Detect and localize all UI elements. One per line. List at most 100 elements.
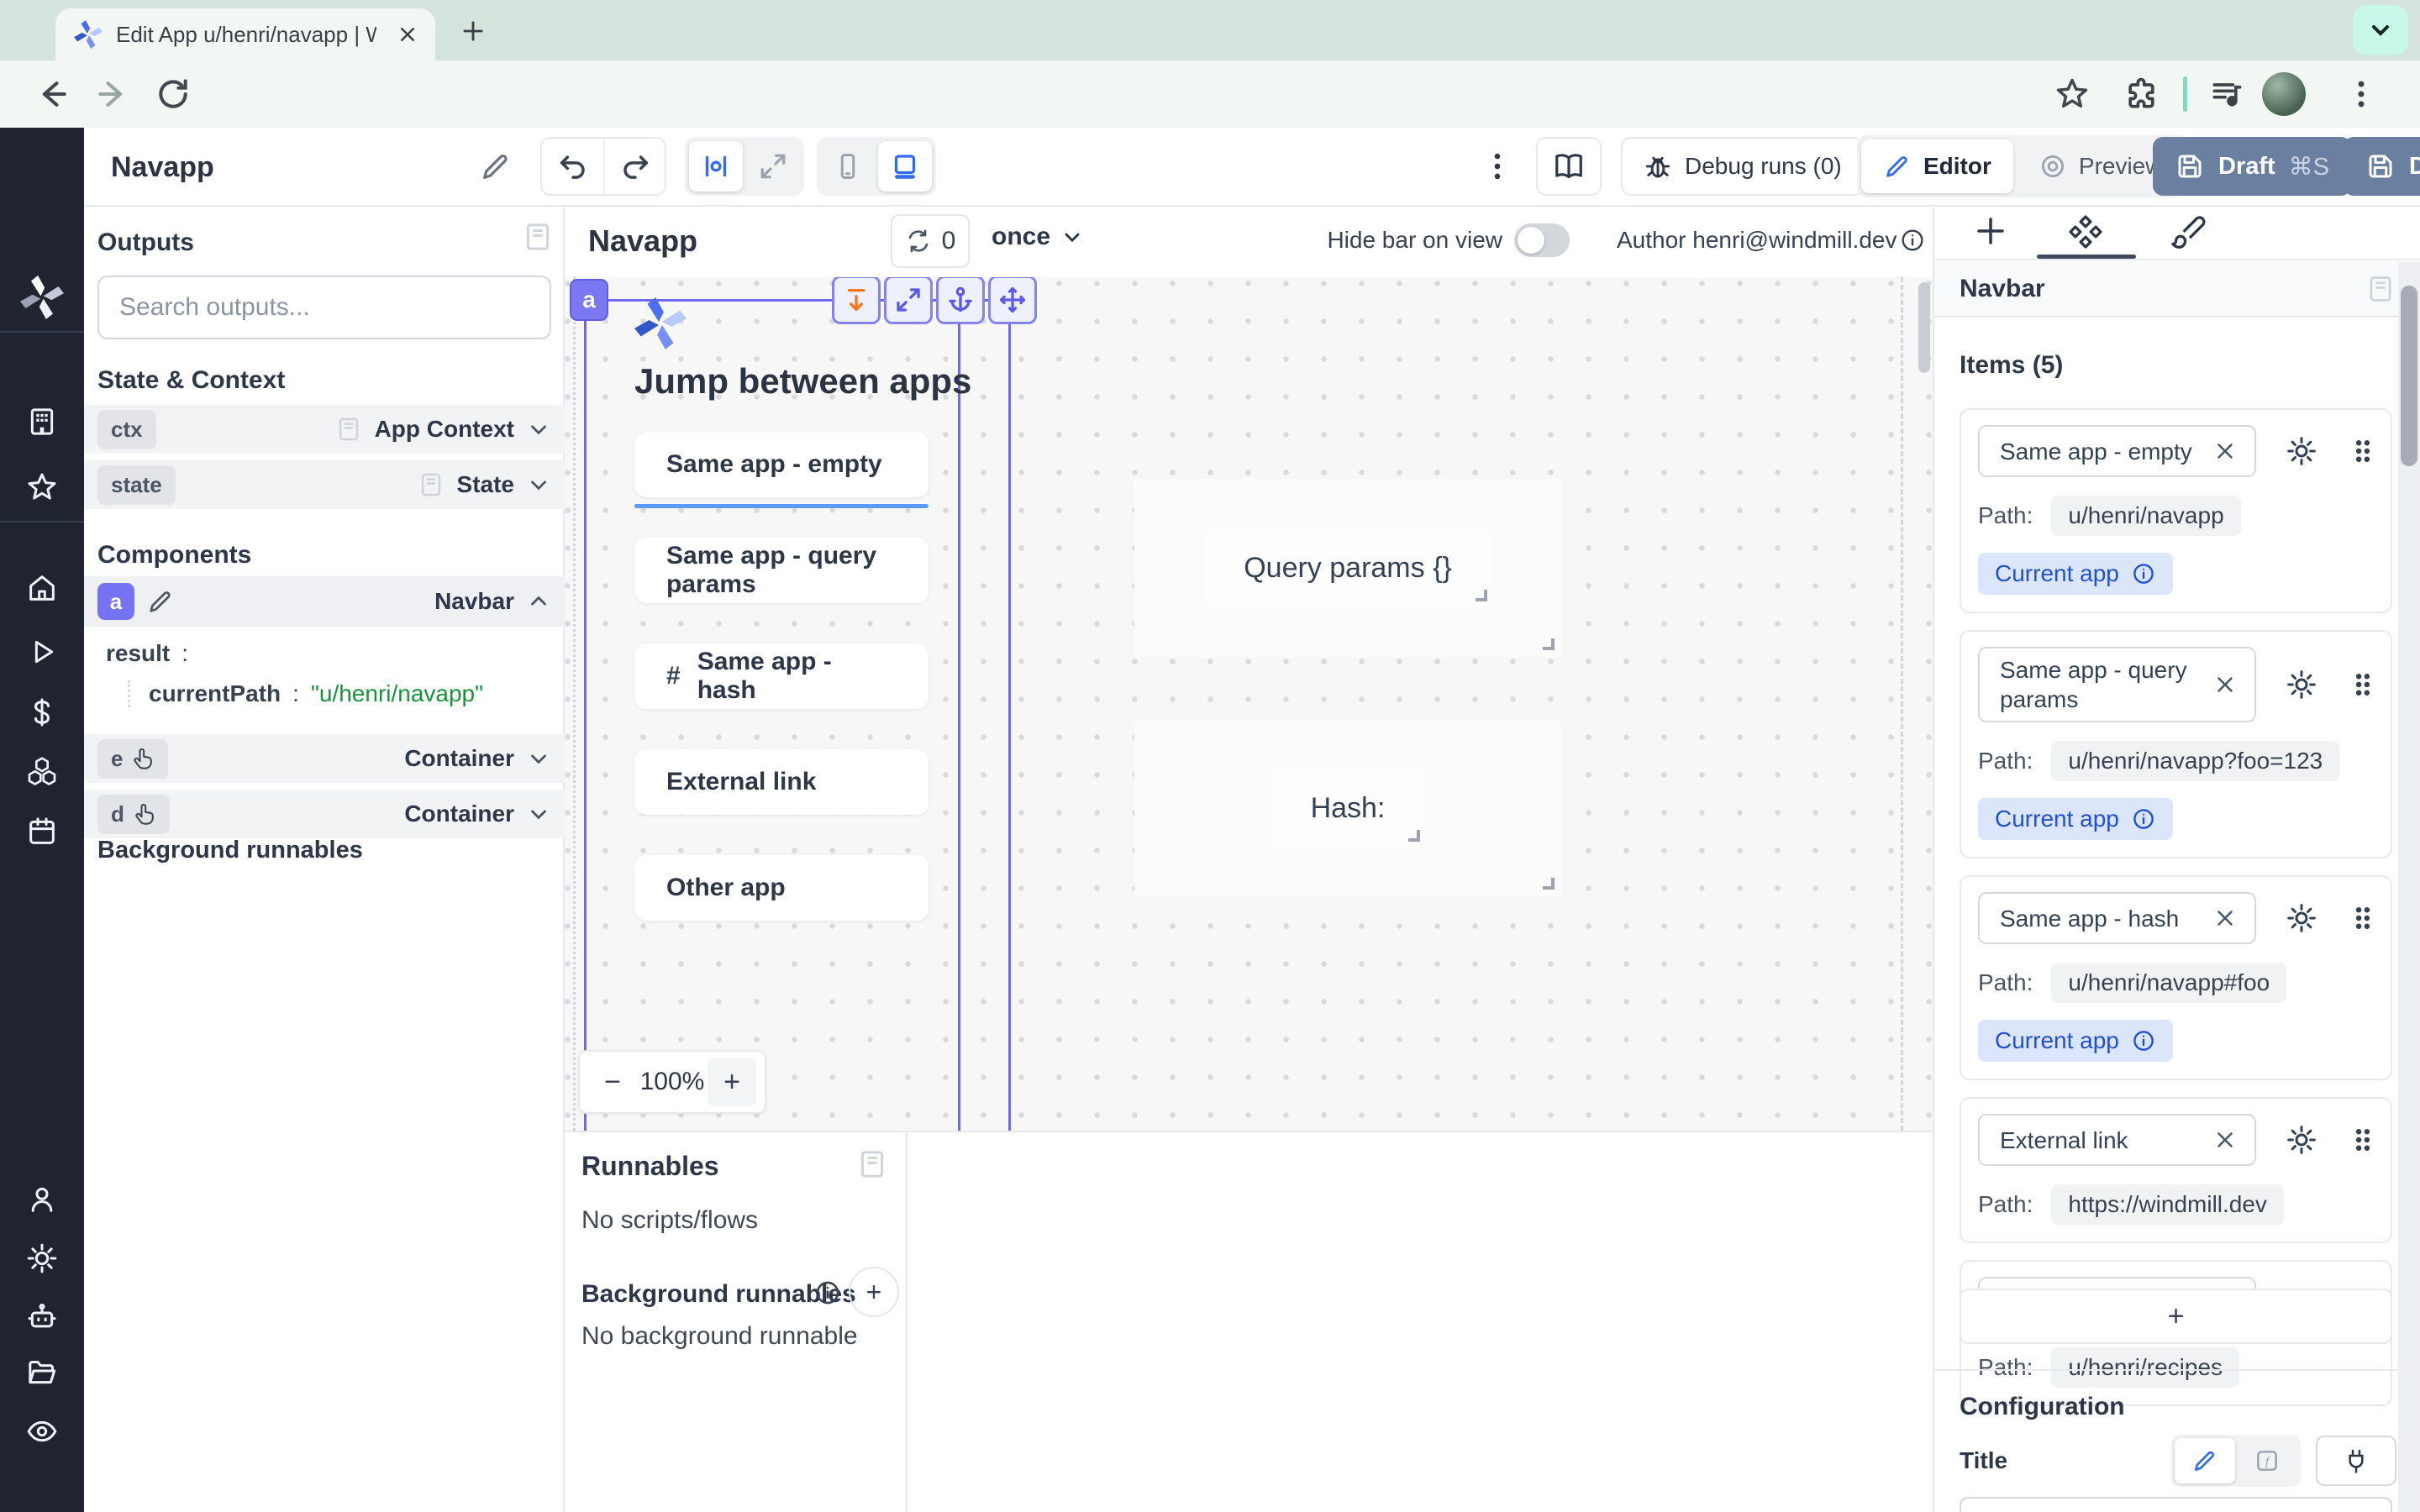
expand-canvas-button[interactable] (746, 141, 800, 192)
clear-label-icon[interactable] (2212, 1127, 2238, 1152)
info-icon[interactable] (2131, 806, 2156, 832)
media-playlist-icon[interactable] (2208, 76, 2245, 113)
hash-container[interactable]: Hash: (1134, 720, 1561, 896)
panel-scrollbar[interactable] (2398, 262, 2420, 1512)
item-settings-icon[interactable] (2285, 1123, 2318, 1157)
rename-pencil-icon[interactable] (479, 150, 513, 183)
title-value-input[interactable] (1960, 1497, 2392, 1512)
item-label-input[interactable]: External link (1978, 1114, 2256, 1166)
item-settings-icon[interactable] (2285, 901, 2318, 935)
static-value-button[interactable] (2175, 1438, 2235, 1483)
component-d-badge[interactable]: d (97, 795, 170, 834)
add-item-button[interactable]: + (1960, 1289, 2392, 1344)
folders-icon[interactable] (25, 1356, 59, 1389)
app-nav-button[interactable]: Same app - empty (634, 432, 929, 497)
clear-label-icon[interactable] (2212, 438, 2238, 464)
item-label-input[interactable]: Same app - empty (1978, 425, 2256, 477)
move-component-button[interactable] (988, 277, 1037, 324)
variables-dollar-icon[interactable] (25, 696, 59, 729)
connect-input-button[interactable] (2316, 1436, 2396, 1486)
component-settings-tab[interactable] (2067, 213, 2104, 250)
editor-tab[interactable]: Editor (1861, 139, 2013, 193)
anchor-component-button[interactable] (936, 277, 985, 324)
info-icon[interactable] (2131, 561, 2156, 586)
audit-eye-icon[interactable] (25, 1415, 59, 1448)
item-settings-icon[interactable] (2285, 434, 2318, 468)
drag-handle-icon[interactable] (2352, 1123, 2374, 1157)
canvas[interactable]: a Jump between apps Same app - emptySame… (565, 277, 1933, 1131)
component-e-badge[interactable]: e (97, 739, 168, 779)
info-icon[interactable] (813, 1278, 842, 1307)
draft-button[interactable]: Draft ⌘S (2153, 137, 2351, 196)
mobile-view-button[interactable] (821, 141, 875, 192)
workspace-icon[interactable] (25, 405, 59, 438)
extensions-icon[interactable] (2123, 76, 2160, 113)
insert-component-tab[interactable] (1973, 213, 2008, 249)
chevron-down-icon[interactable] (526, 746, 551, 771)
forward-icon[interactable] (94, 76, 131, 113)
refresh-mode-dropdown[interactable]: once (992, 223, 1084, 251)
panel-doc-icon[interactable] (855, 1147, 889, 1181)
add-background-runnable-button[interactable]: + (849, 1267, 899, 1317)
tab-close-icon[interactable] (395, 22, 420, 47)
ctx-row[interactable]: ctx App Context (84, 405, 565, 454)
runs-play-icon[interactable] (25, 635, 59, 669)
clear-label-icon[interactable] (2212, 672, 2238, 697)
zoom-in-button[interactable]: + (708, 1058, 756, 1106)
reload-icon[interactable] (155, 76, 192, 113)
windmill-logo-icon[interactable] (20, 276, 64, 319)
component-a-badge[interactable]: a (97, 583, 134, 620)
panel-doc-icon[interactable] (521, 220, 555, 254)
state-row[interactable]: state State (84, 460, 565, 509)
panel-doc-icon[interactable] (2365, 273, 2396, 305)
expression-button[interactable]: f (2237, 1438, 2297, 1483)
chevron-down-icon[interactable] (526, 417, 551, 442)
settings-gear-icon[interactable] (25, 1242, 59, 1275)
refresh-counter[interactable]: 0 (891, 214, 970, 268)
users-icon[interactable] (25, 1183, 59, 1216)
zoom-out-button[interactable]: − (588, 1058, 637, 1106)
author-info-icon[interactable] (1899, 227, 1926, 254)
expand-component-button[interactable] (884, 277, 933, 324)
deploy-button[interactable]: Deploy (2344, 137, 2420, 196)
current-path-row[interactable]: currentPath : "u/henri/navapp" (128, 680, 483, 707)
app-nav-button[interactable]: External link (634, 749, 929, 815)
docs-button[interactable] (1536, 137, 1602, 196)
back-icon[interactable] (34, 76, 71, 113)
home-icon[interactable] (25, 571, 59, 605)
query-params-text-box[interactable]: Query params {} (1203, 530, 1492, 606)
app-nav-button[interactable]: Other app (634, 855, 929, 921)
browser-tab[interactable]: Edit App u/henri/navapp | Win (55, 8, 435, 60)
search-outputs-input[interactable] (97, 276, 551, 339)
component-a-row[interactable]: a Navbar (84, 576, 565, 627)
hash-text-box[interactable]: Hash: (1270, 770, 1426, 847)
drag-handle-icon[interactable] (2352, 668, 2374, 701)
app-nav-button[interactable]: #Same app - hash (634, 643, 929, 709)
redo-button[interactable] (603, 139, 665, 194)
app-nav-button[interactable]: Same app - query params (634, 538, 929, 603)
debug-runs-button[interactable]: Debug runs (0) (1621, 137, 1864, 196)
browser-menu-icon[interactable] (2343, 76, 2380, 113)
bookmark-star-icon[interactable] (2054, 76, 2091, 113)
hide-bar-toggle[interactable] (1514, 223, 1570, 257)
undo-button[interactable] (542, 139, 603, 194)
panel-divider[interactable] (906, 1132, 908, 1512)
workers-robot-icon[interactable] (25, 1300, 59, 1334)
component-d-row[interactable]: d Container (84, 790, 565, 838)
chevron-down-icon[interactable] (526, 472, 551, 497)
query-params-container[interactable]: Query params {} (1134, 479, 1561, 657)
drag-handle-icon[interactable] (2352, 434, 2374, 468)
more-options-icon[interactable] (1479, 148, 1516, 185)
info-icon[interactable] (2131, 1028, 2156, 1053)
favorites-star-icon[interactable] (25, 470, 59, 504)
desktop-view-button[interactable] (878, 141, 932, 192)
item-settings-icon[interactable] (2285, 668, 2318, 701)
chevron-down-icon[interactable] (526, 801, 551, 827)
chevron-up-icon[interactable] (526, 589, 551, 614)
styling-brush-tab[interactable] (2170, 213, 2207, 250)
result-row[interactable]: result : (106, 640, 188, 667)
item-label-input[interactable]: Same app - query params (1978, 647, 2256, 722)
tab-search-button[interactable] (2353, 5, 2408, 55)
schedules-calendar-icon[interactable] (25, 815, 59, 848)
component-e-row[interactable]: e Container (84, 734, 565, 783)
